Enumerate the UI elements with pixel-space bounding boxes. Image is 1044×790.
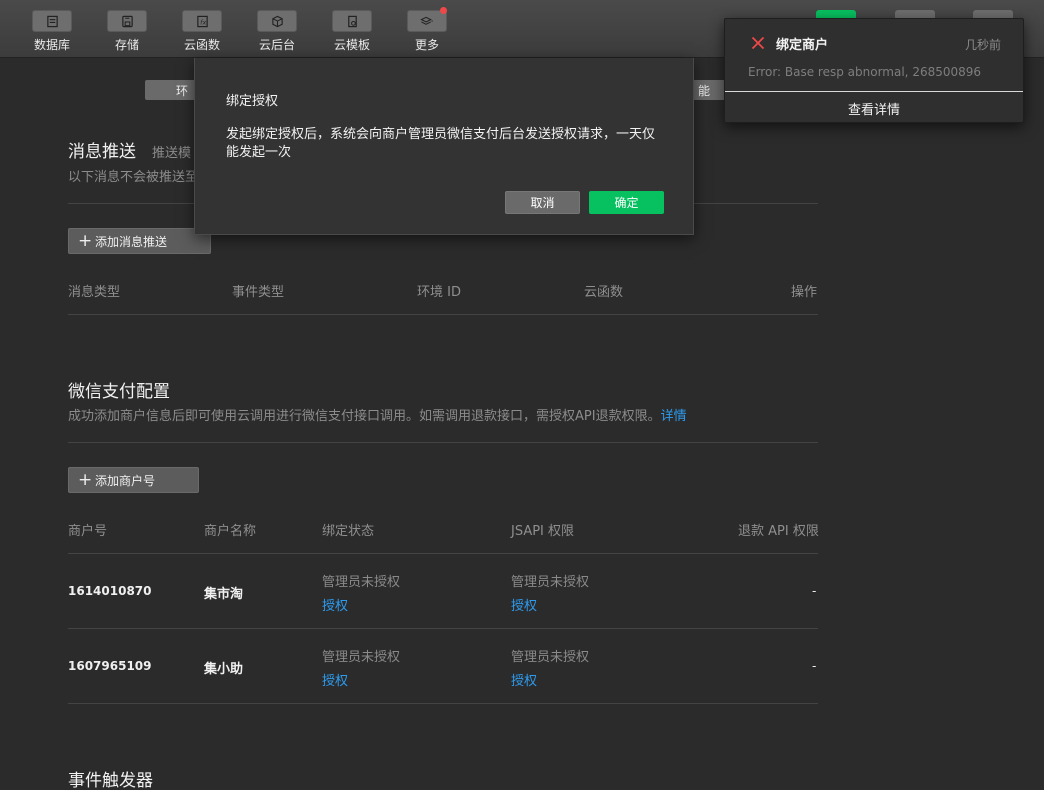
- add-merchant-label: 添加商户号: [95, 473, 156, 488]
- toolbar-database-button[interactable]: 数据库: [22, 10, 82, 54]
- close-icon: [751, 36, 765, 50]
- toolbar-more-label: 更多: [414, 38, 439, 52]
- dialog-body: 发起绑定授权后，系统会向商户管理员微信支付后台发送授权请求，一天仅能发起一次: [226, 127, 656, 160]
- bind-status: 管理员未授权: [322, 575, 401, 590]
- merchant-name: 集小助: [204, 662, 244, 677]
- notification-time: 几秒前: [964, 38, 1001, 52]
- message-push-desc: 以下消息不会被推送至: [68, 170, 199, 185]
- message-push-subtitle: 推送模: [152, 146, 192, 161]
- wechat-pay-desc: 成功添加商户信息后即可使用云调用进行微信支付接口调用。如需调用退款接口，需授权A…: [68, 405, 687, 424]
- merchant-id: 1614010870: [68, 584, 152, 598]
- col-merchant-name: 商户名称: [204, 524, 257, 539]
- merchant-name: 集市淘: [204, 587, 244, 602]
- bind-authorize-link[interactable]: 授权: [322, 595, 348, 614]
- toolbar-cloud-template-button[interactable]: 云模板: [322, 10, 382, 54]
- svg-text:fx: fx: [200, 18, 206, 26]
- cancel-button[interactable]: 取消: [505, 191, 580, 214]
- col-actions: 操作: [791, 285, 818, 300]
- plus-icon: +: [78, 470, 93, 490]
- jsapi-status: 管理员未授权: [511, 650, 590, 665]
- bind-authorization-dialog: 绑定授权 发起绑定授权后，系统会向商户管理员微信支付后台发送授权请求，一天仅能发…: [194, 58, 694, 235]
- add-message-push-button[interactable]: + 添加消息推送: [68, 228, 211, 254]
- wechat-pay-details-link[interactable]: 详情: [661, 409, 687, 424]
- merchant-id: 1607965109: [68, 659, 152, 673]
- env-tab-right-label: 能: [697, 83, 710, 98]
- cloud-template-icon: [332, 10, 372, 32]
- toolbar-cloud-backend-button[interactable]: 云后台: [247, 10, 307, 54]
- env-tab-left-label: 环: [175, 83, 188, 98]
- view-details-link[interactable]: 查看详情: [725, 99, 1023, 118]
- col-event-type: 事件类型: [232, 285, 285, 300]
- dialog-title: 绑定授权: [226, 94, 279, 109]
- wechat-pay-title: 微信支付配置: [68, 382, 170, 402]
- divider: [68, 553, 818, 554]
- divider: [68, 442, 818, 443]
- jsapi-authorize-link[interactable]: 授权: [511, 670, 537, 689]
- bind-authorize-link[interactable]: 授权: [322, 670, 348, 689]
- jsapi-authorize-link[interactable]: 授权: [511, 595, 537, 614]
- env-tab-right[interactable]: 能: [690, 80, 726, 100]
- cloud-backend-icon: [257, 10, 297, 32]
- divider: [725, 91, 1023, 92]
- toolbar-database-label: 数据库: [33, 38, 70, 52]
- notification-dot: [440, 7, 447, 14]
- plus-icon: +: [78, 231, 93, 251]
- divider: [68, 314, 818, 315]
- error-notification: 绑定商户 几秒前 Error: Base resp abnormal, 2685…: [724, 18, 1024, 123]
- col-merchant-id: 商户号: [68, 524, 108, 539]
- col-refund-api: 退款 API 权限: [738, 524, 819, 539]
- toolbar-cloud-backend-label: 云后台: [258, 38, 295, 52]
- message-push-title: 消息推送: [68, 142, 136, 162]
- add-merchant-button[interactable]: + 添加商户号: [68, 467, 199, 493]
- toolbar-cloud-function-button[interactable]: fx 云函数: [172, 10, 232, 54]
- col-cloud-function: 云函数: [584, 285, 624, 300]
- wechat-pay-desc-text: 成功添加商户信息后即可使用云调用进行微信支付接口调用。如需调用退款接口，需授权A…: [68, 409, 661, 424]
- refund-api-value: -: [812, 584, 817, 598]
- notification-title: 绑定商户: [776, 38, 829, 53]
- bind-status: 管理员未授权: [322, 650, 401, 665]
- toolbar-cloud-template-label: 云模板: [333, 38, 370, 52]
- col-env-id: 环境 ID: [417, 285, 461, 300]
- storage-icon: [107, 10, 147, 32]
- refund-api-value: -: [812, 659, 817, 673]
- add-message-push-label: 添加消息推送: [95, 234, 168, 249]
- confirm-button[interactable]: 确定: [589, 191, 664, 214]
- col-message-type: 消息类型: [68, 285, 121, 300]
- col-bind-status: 绑定状态: [322, 524, 375, 539]
- database-icon: [32, 10, 72, 32]
- cloud-function-icon: fx: [182, 10, 222, 32]
- divider: [68, 703, 818, 704]
- divider: [68, 628, 818, 629]
- event-trigger-title: 事件触发器: [68, 771, 153, 790]
- toolbar-storage-button[interactable]: 存储: [97, 10, 157, 54]
- jsapi-status: 管理员未授权: [511, 575, 590, 590]
- toolbar-storage-label: 存储: [114, 38, 139, 52]
- toolbar-cloud-function-label: 云函数: [183, 38, 220, 52]
- notification-message: Error: Base resp abnormal, 268500896: [748, 65, 982, 79]
- toolbar-more-button[interactable]: 更多: [397, 7, 457, 54]
- col-jsapi: JSAPI 权限: [511, 524, 575, 539]
